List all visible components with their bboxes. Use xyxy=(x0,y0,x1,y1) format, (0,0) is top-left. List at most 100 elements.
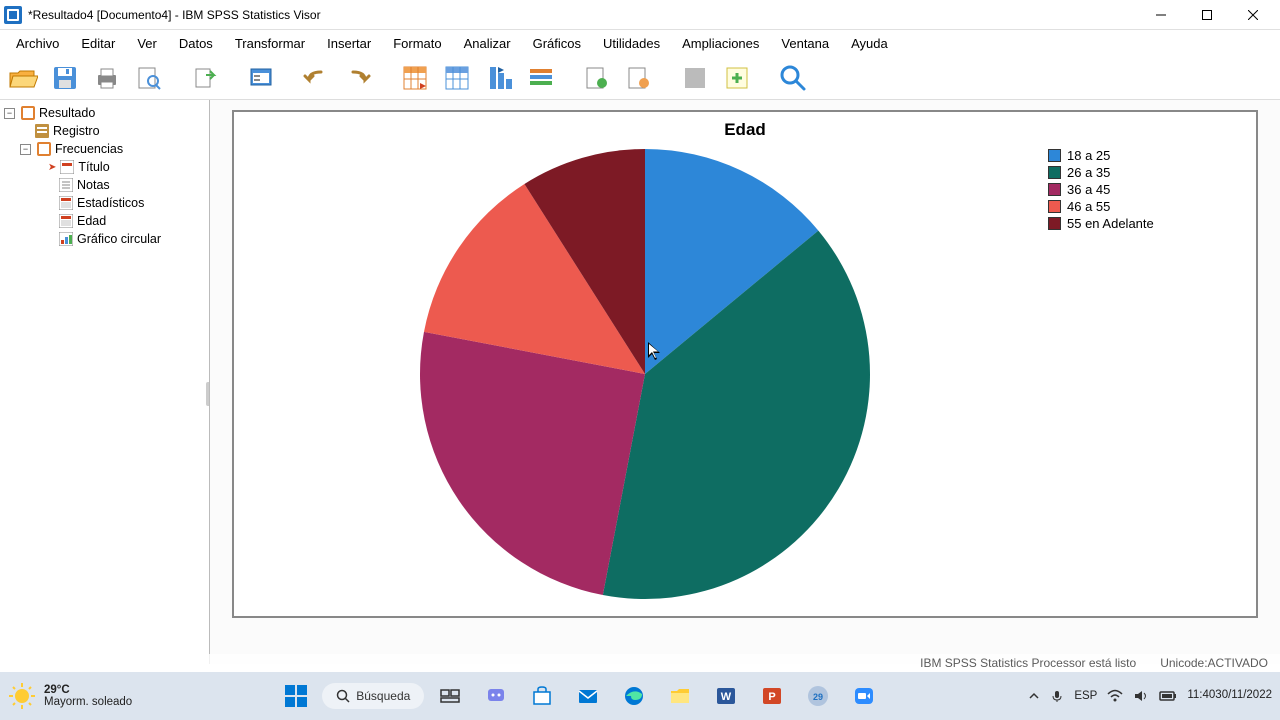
current-marker: ➤ xyxy=(48,162,56,173)
recall-dialog-button[interactable] xyxy=(244,61,278,95)
start-button[interactable] xyxy=(276,676,316,716)
weather-desc: Mayorm. soleado xyxy=(44,696,132,708)
find-button[interactable] xyxy=(776,61,810,95)
tree-label: Gráfico circular xyxy=(77,232,161,246)
redo-button[interactable] xyxy=(342,61,376,95)
clock[interactable]: 11:40 30/11/2022 xyxy=(1187,689,1272,703)
chart-legend: 18 a 2526 a 3536 a 4546 a 5555 en Adelan… xyxy=(1048,144,1248,604)
language-indicator[interactable]: ESP xyxy=(1074,690,1097,702)
log-icon xyxy=(34,123,50,139)
legend-swatch xyxy=(1048,166,1061,179)
chat-button[interactable] xyxy=(476,676,516,716)
menu-ventana[interactable]: Ventana xyxy=(771,33,839,54)
app-icon xyxy=(4,6,22,24)
windows-taskbar: 29°C Mayorm. soleado Búsqueda W P 29 ESP… xyxy=(0,672,1280,720)
legend-swatch xyxy=(1048,217,1061,230)
close-button[interactable] xyxy=(1230,0,1276,30)
collapse-icon[interactable]: − xyxy=(20,144,31,155)
menu-editar[interactable]: Editar xyxy=(71,33,125,54)
disabled-button xyxy=(678,61,712,95)
mail-button[interactable] xyxy=(568,676,608,716)
tree-edad[interactable]: Edad xyxy=(2,212,207,230)
select-last-button[interactable] xyxy=(580,61,614,95)
titlebar-text: *Resultado4 [Documento4] - IBM SPSS Stat… xyxy=(28,8,1138,22)
tray-chevron[interactable] xyxy=(1028,690,1040,702)
tree-label: Notas xyxy=(77,178,110,192)
zoom-button[interactable] xyxy=(844,676,884,716)
maximize-button[interactable] xyxy=(1184,0,1230,30)
sun-icon xyxy=(8,682,36,710)
output-viewer[interactable]: Edad 18 a 2526 a 3536 a 4546 a 5555 en A… xyxy=(210,100,1280,664)
outline-sidebar[interactable]: − Resultado Registro − Frecuencias ➤ Tít… xyxy=(0,100,210,664)
legend-swatch xyxy=(1048,183,1061,196)
edge-button[interactable] xyxy=(614,676,654,716)
tree-registro[interactable]: Registro xyxy=(2,122,207,140)
legend-item: 18 a 25 xyxy=(1048,148,1248,163)
legend-item: 26 a 35 xyxy=(1048,165,1248,180)
legend-item: 55 en Adelante xyxy=(1048,216,1248,231)
legend-label: 36 a 45 xyxy=(1067,182,1110,197)
menu-datos[interactable]: Datos xyxy=(169,33,223,54)
tree-frecuencias[interactable]: − Frecuencias xyxy=(2,140,207,158)
menu-ver[interactable]: Ver xyxy=(127,33,167,54)
microphone-icon[interactable] xyxy=(1050,689,1064,703)
tree-estadisticos[interactable]: Estadísticos xyxy=(2,194,207,212)
tree-root[interactable]: − Resultado xyxy=(2,104,207,122)
toolbar xyxy=(0,56,1280,100)
battery-icon[interactable] xyxy=(1159,690,1177,702)
title-icon xyxy=(59,159,75,175)
weather-widget[interactable]: 29°C Mayorm. soleado xyxy=(8,682,132,710)
menu-transformar[interactable]: Transformar xyxy=(225,33,315,54)
collapse-icon[interactable]: − xyxy=(4,108,15,119)
tree-label: Registro xyxy=(53,124,100,138)
menu-ayuda[interactable]: Ayuda xyxy=(841,33,898,54)
menu-ampliaciones[interactable]: Ampliaciones xyxy=(672,33,769,54)
tree-label: Título xyxy=(78,160,109,174)
menu-utilidades[interactable]: Utilidades xyxy=(593,33,670,54)
table-icon xyxy=(58,213,74,229)
open-button[interactable] xyxy=(6,61,40,95)
goto-data-button[interactable] xyxy=(398,61,432,95)
goto-case-button[interactable] xyxy=(440,61,474,95)
goto-variable-button[interactable] xyxy=(482,61,516,95)
designate-window-button[interactable] xyxy=(622,61,656,95)
spss-button[interactable]: 29 xyxy=(798,676,838,716)
menubar: Archivo Editar Ver Datos Transformar Ins… xyxy=(0,30,1280,56)
pie-chart xyxy=(242,144,1048,604)
volume-icon[interactable] xyxy=(1133,689,1149,703)
legend-swatch xyxy=(1048,149,1061,162)
date: 30/11/2022 xyxy=(1215,689,1272,703)
print-button[interactable] xyxy=(90,61,124,95)
undo-button[interactable] xyxy=(300,61,334,95)
export-button[interactable] xyxy=(188,61,222,95)
minimize-button[interactable] xyxy=(1138,0,1184,30)
tree-titulo[interactable]: ➤ Título xyxy=(2,158,207,176)
powerpoint-button[interactable]: P xyxy=(752,676,792,716)
task-view-button[interactable] xyxy=(430,676,470,716)
print-preview-button[interactable] xyxy=(132,61,166,95)
folder-icon xyxy=(36,141,52,157)
menu-formato[interactable]: Formato xyxy=(383,33,451,54)
titlebar: *Resultado4 [Documento4] - IBM SPSS Stat… xyxy=(0,0,1280,30)
legend-label: 26 a 35 xyxy=(1067,165,1110,180)
tree-label: Estadísticos xyxy=(77,196,144,210)
tree-notas[interactable]: Notas xyxy=(2,176,207,194)
window-controls xyxy=(1138,0,1276,30)
taskbar-search[interactable]: Búsqueda xyxy=(322,683,424,709)
menu-insertar[interactable]: Insertar xyxy=(317,33,381,54)
variables-button[interactable] xyxy=(524,61,558,95)
wifi-icon[interactable] xyxy=(1107,689,1123,703)
chart-frame[interactable]: Edad 18 a 2526 a 3536 a 4546 a 5555 en A… xyxy=(232,110,1258,618)
explorer-button[interactable] xyxy=(660,676,700,716)
stats-icon xyxy=(58,195,74,211)
menu-analizar[interactable]: Analizar xyxy=(454,33,521,54)
tree-label: Frecuencias xyxy=(55,142,123,156)
menu-graficos[interactable]: Gráficos xyxy=(523,33,591,54)
store-button[interactable] xyxy=(522,676,562,716)
search-label: Búsqueda xyxy=(356,689,410,703)
add-button[interactable] xyxy=(720,61,754,95)
menu-archivo[interactable]: Archivo xyxy=(6,33,69,54)
save-button[interactable] xyxy=(48,61,82,95)
word-button[interactable]: W xyxy=(706,676,746,716)
tree-grafico[interactable]: Gráfico circular xyxy=(2,230,207,248)
